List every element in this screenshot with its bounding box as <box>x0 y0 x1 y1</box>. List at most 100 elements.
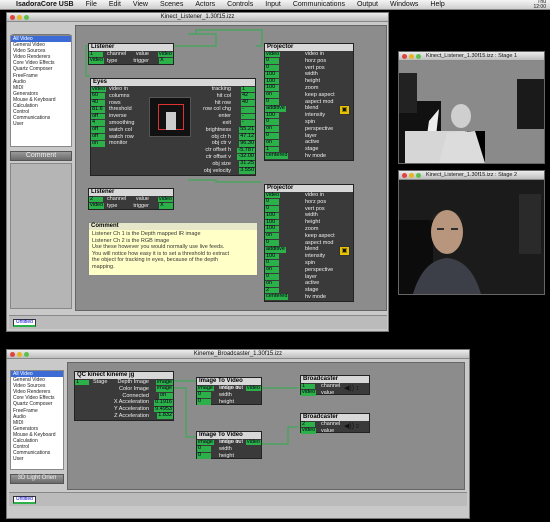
port-row[interactable]: on keep aspect <box>265 232 353 240</box>
menu-help[interactable]: Help <box>424 1 450 8</box>
port-value[interactable]: 3.550 <box>239 167 255 174</box>
port-value[interactable]: X <box>159 202 173 210</box>
port-value[interactable]: on <box>265 280 279 287</box>
port-row[interactable]: 0 spin <box>265 119 353 126</box>
broadcaster-actor-1[interactable]: Broadcaster 1 channel video value <box>300 375 370 397</box>
port-value[interactable]: on <box>91 140 105 147</box>
port-value[interactable]: 96.30 <box>239 140 255 147</box>
port-row[interactable]: image image in video out video <box>197 439 261 446</box>
port-value[interactable]: on <box>265 139 279 146</box>
port-value[interactable]: 0 <box>197 398 211 405</box>
stage-titlebar[interactable]: Kinect_Listener_1.30f15.izz : Stage 1 <box>399 52 544 61</box>
port-row[interactable]: obj size 31.25 <box>91 160 255 168</box>
menu-view[interactable]: View <box>127 1 154 8</box>
actor-button-comment[interactable]: Comment <box>10 151 72 161</box>
patch-canvas[interactable]: Listener 1 channel value video video type tri… <box>75 25 387 311</box>
port-row[interactable]: 0 width <box>197 445 261 453</box>
port-row[interactable]: on monitor obj ctr v 96.30 <box>91 140 255 147</box>
close-button[interactable] <box>10 352 15 357</box>
port-row[interactable]: obj velocity 3.550 <box>91 167 255 175</box>
port-row[interactable]: 0 width <box>197 391 261 399</box>
port-value[interactable]: 0 <box>265 132 279 139</box>
port-row[interactable]: 40 rows hit row 40 <box>91 99 255 107</box>
port-row[interactable]: video video in tracking 1 <box>91 86 255 93</box>
menu-actors[interactable]: Actors <box>189 1 221 8</box>
actor-button-3d-light-orient[interactable]: 3D Light Orien <box>10 474 64 484</box>
listener-actor-2[interactable]: Listener 2 channel value video video type tri… <box>88 188 174 210</box>
port-value[interactable]: 0 <box>197 452 211 459</box>
port-row[interactable]: off watch row obj ctr h 47.12 <box>91 133 255 141</box>
port-row[interactable]: on perspective <box>265 266 353 274</box>
projector-actor-1[interactable]: Projector video video in 0 horz pos 0 vert po… <box>264 43 354 161</box>
close-button[interactable] <box>402 173 407 178</box>
port-row[interactable]: 0 spin <box>265 260 353 267</box>
zoom-button[interactable] <box>416 54 421 59</box>
port-row[interactable]: off watch col brightness 55.21 <box>91 126 255 134</box>
port-row[interactable]: image image in video out video <box>197 385 261 392</box>
input-port[interactable]: video type trigger X <box>89 202 173 210</box>
menu-controls[interactable]: Controls <box>221 1 259 8</box>
menu-communications[interactable]: Communications <box>287 1 351 8</box>
stage-preview-icon[interactable]: ▣ <box>339 246 350 256</box>
input-port[interactable]: video type trigger X <box>89 57 173 65</box>
port-row[interactable]: 100 height <box>265 219 353 226</box>
port-value[interactable]: 81.6 <box>91 106 105 113</box>
port-value[interactable]: video <box>245 385 261 392</box>
scene-tab[interactable]: Untitled <box>13 496 36 504</box>
port-row[interactable]: Color Image image <box>75 385 173 393</box>
qc-kinect-actor[interactable]: QC kinect kineme jg 1 Stage Depth Image ima… <box>74 371 174 421</box>
scene-tab[interactable]: Untitled <box>13 319 36 327</box>
port-value[interactable]: - <box>241 106 255 113</box>
menu-input[interactable]: Input <box>259 1 287 8</box>
port-value[interactable]: 0.1916 <box>154 399 173 406</box>
port-value[interactable]: 100 <box>265 212 279 219</box>
port-value[interactable]: video <box>301 389 317 397</box>
port-value[interactable]: off <box>91 133 105 140</box>
projector-actor-2[interactable]: Projector video video in 0 horz pos 0 vert po… <box>264 184 354 302</box>
port-row[interactable]: 0 height <box>197 398 261 406</box>
port-value[interactable]: additive <box>265 105 286 112</box>
port-value[interactable]: 0 <box>265 98 279 105</box>
port-row[interactable]: 0 vert pos <box>265 64 353 72</box>
port-row[interactable]: 81.6 threshold row col chg - <box>91 106 255 113</box>
port-row[interactable]: ctr offset v -32.00 <box>91 154 255 161</box>
category-item[interactable]: User <box>11 456 63 462</box>
eyes-actor[interactable]: Eyes video video in tracking 1 60 columns hit … <box>90 78 256 176</box>
port-value[interactable]: 100 <box>265 71 279 78</box>
port-row[interactable]: 0 horz pos <box>265 198 353 206</box>
port-row[interactable]: centered hv mode <box>265 153 353 160</box>
listener-actor-1[interactable]: Listener 1 channel value video video type tri… <box>88 43 174 65</box>
port-value[interactable]: 1.832 <box>157 413 173 420</box>
stage-preview-icon[interactable]: ▣ <box>339 105 350 115</box>
port-row[interactable]: 0 height <box>197 452 261 460</box>
broadcaster-window-titlebar[interactable]: Kineme_Broadcaster_1.30f15.izz <box>7 350 469 359</box>
port-row[interactable]: 60 columns hit col 42 <box>91 92 255 100</box>
category-item[interactable]: User <box>11 121 71 127</box>
port-row[interactable]: 100 height <box>265 78 353 85</box>
port-row[interactable]: 4 smoothing exit - <box>91 120 255 127</box>
port-row[interactable]: 0 layer <box>265 132 353 140</box>
port-row[interactable]: on keep aspect <box>265 91 353 99</box>
port-value[interactable]: 0 <box>265 239 279 246</box>
broadcaster-actor-2[interactable]: Broadcaster 2 channel video value <box>300 413 370 435</box>
port-row[interactable]: 0 horz pos <box>265 57 353 65</box>
patch-window-titlebar[interactable]: Kinect_Listener_1.30f15.izz <box>7 13 388 22</box>
category-list[interactable]: All Video General Video Video Sources Vi… <box>10 370 64 470</box>
port-value[interactable]: video <box>89 57 105 65</box>
port-row[interactable]: on active <box>265 139 353 146</box>
port-row[interactable]: off inverse enter - <box>91 113 255 120</box>
comment-text[interactable]: Listener Ch 1 is the Depth mapped IR ima… <box>89 230 257 272</box>
port-row[interactable]: 100 zoom <box>265 226 353 233</box>
port-row[interactable]: on perspective <box>265 125 353 133</box>
minimize-button[interactable] <box>17 15 22 20</box>
port-value[interactable]: video <box>89 202 105 210</box>
port-row[interactable]: video video in <box>265 51 353 58</box>
port-value[interactable]: additive <box>265 246 286 253</box>
image-to-video-actor-1[interactable]: Image To Video image image in video out vid… <box>196 377 262 405</box>
port-value[interactable]: 47.12 <box>239 133 255 140</box>
port-value[interactable]: X <box>159 57 173 65</box>
port-row[interactable]: video video in <box>265 192 353 199</box>
menu-file[interactable]: File <box>80 1 103 8</box>
port-value[interactable]: 1 <box>75 379 89 386</box>
minimize-button[interactable] <box>409 54 414 59</box>
